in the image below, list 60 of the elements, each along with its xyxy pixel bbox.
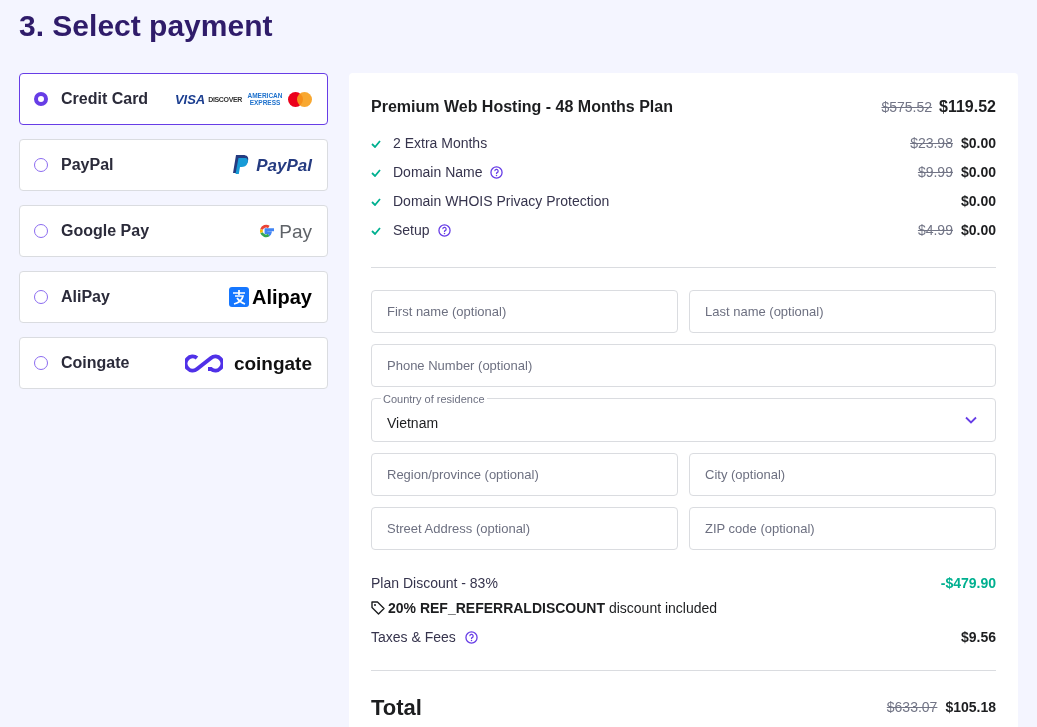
total-price: $105.18: [945, 698, 996, 717]
input-field[interactable]: ZIP code (optional): [689, 507, 996, 550]
google-g-icon: [258, 223, 275, 239]
radio-button[interactable]: [34, 92, 48, 106]
input-field[interactable]: First name (optional): [371, 290, 678, 333]
price: $0.00: [960, 192, 996, 211]
payment-option[interactable]: AliPay Alipay: [19, 271, 328, 323]
payment-option[interactable]: PayPal PayPal: [19, 139, 328, 191]
tag-icon: [371, 601, 385, 615]
item-label: Setup: [393, 221, 430, 240]
item-label: Domain WHOIS Privacy Protection: [393, 192, 610, 211]
old-price: $23.98: [910, 134, 953, 153]
page-title: 3. Select payment: [19, 8, 274, 44]
old-price: $9.99: [917, 163, 953, 182]
payment-option[interactable]: Google Pay Pay: [19, 205, 328, 257]
gpay-logo-text: Pay: [279, 221, 312, 241]
input-field[interactable]: Street Address (optional): [371, 507, 678, 550]
payment-method-label: AliPay: [61, 287, 110, 307]
help-icon[interactable]: [437, 224, 451, 237]
input-field[interactable]: Phone Number (optional): [371, 344, 996, 387]
input-field[interactable]: City (optional): [689, 453, 996, 496]
price: $0.00: [960, 134, 996, 153]
discount-label: Plan Discount - 83%: [371, 573, 498, 593]
payment-method-label: Coingate: [61, 353, 130, 373]
coingate-logo-text: coingate: [233, 353, 312, 373]
check-icon: [371, 226, 381, 235]
check-icon: [371, 139, 381, 148]
help-icon[interactable]: [490, 166, 504, 179]
taxes-amount: $9.56: [960, 627, 996, 647]
discount-amount: -$479.90: [940, 573, 996, 593]
taxes-label: Taxes & Fees: [371, 627, 456, 647]
mastercard-logo: [288, 91, 312, 107]
item-label: Domain Name: [393, 163, 483, 182]
select-value: Vietnam: [387, 413, 439, 433]
help-icon[interactable]: [464, 630, 478, 644]
payment-method-label: Google Pay: [61, 221, 150, 241]
alipay-logo-text: Alipay: [251, 287, 312, 307]
paypal-logo-text: PayPal: [256, 156, 312, 174]
paypal-icon: [233, 155, 251, 175]
old-price: $633.07: [886, 698, 938, 717]
plan-name: Premium Web Hosting - 48 Months Plan: [371, 97, 673, 117]
price: $0.00: [960, 221, 996, 240]
coupon-note: 20% REF_REFERRALDISCOUNT discount included: [388, 598, 718, 618]
payment-method-label: Credit Card: [61, 89, 149, 109]
price: $119.52: [939, 97, 996, 117]
check-icon: [371, 168, 381, 177]
old-price: $575.52: [881, 97, 933, 117]
payment-option[interactable]: Coingate coingate: [19, 337, 328, 389]
item-label: 2 Extra Months: [393, 134, 488, 153]
alipay-icon: [228, 287, 249, 307]
check-icon: [371, 197, 381, 206]
payment-method-label: PayPal: [61, 155, 114, 175]
old-price: $4.99: [917, 221, 953, 240]
visa-logo: VISA: [174, 92, 206, 106]
coingate-icon: [184, 353, 223, 373]
total-label: Total: [371, 694, 422, 722]
input-field[interactable]: Region/province (optional): [371, 453, 678, 496]
chevron-down-icon: [965, 416, 977, 424]
input-field[interactable]: Last name (optional): [689, 290, 996, 333]
price: $0.00: [960, 163, 996, 182]
